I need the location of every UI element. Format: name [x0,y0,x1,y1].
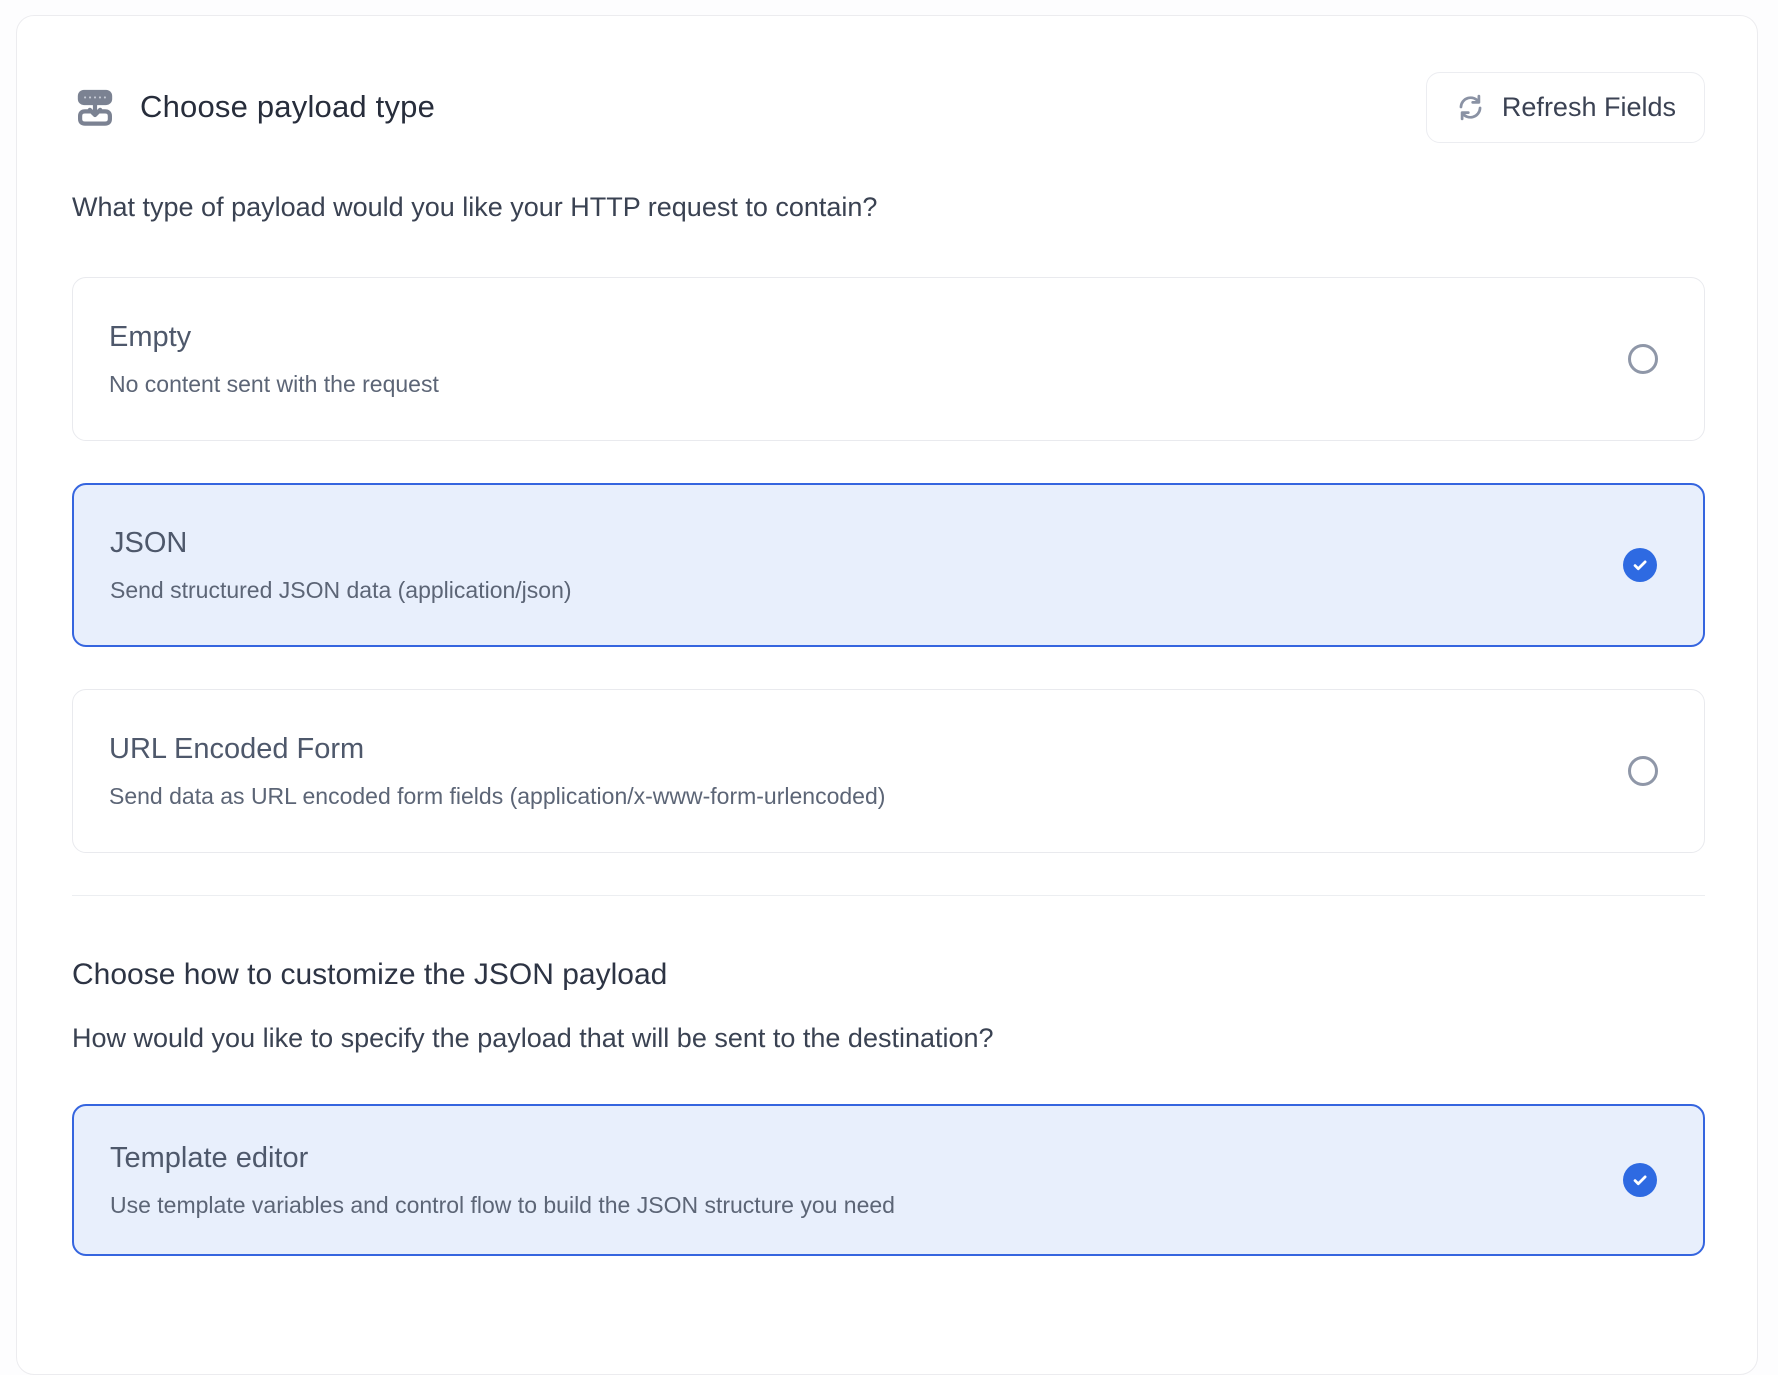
page-title: Choose payload type [140,89,435,125]
payload-option-json[interactable]: JSON Send structured JSON data (applicat… [72,483,1705,647]
option-title: Template editor [110,1140,895,1176]
refresh-icon [1455,92,1486,123]
radio-circle-icon [1628,756,1658,786]
payload-tray-icon [72,86,118,128]
payload-option-empty[interactable]: Empty No content sent with the request [72,277,1705,441]
option-text: URL Encoded Form Send data as URL encode… [109,731,885,811]
option-description: Send data as URL encoded form fields (ap… [109,781,885,811]
customize-options: Template editor Use template variables a… [72,1104,1705,1256]
check-circle-icon [1623,1163,1657,1197]
refresh-fields-button[interactable]: Refresh Fields [1426,72,1705,143]
option-text: JSON Send structured JSON data (applicat… [110,525,572,605]
customize-section-heading: Choose how to customize the JSON payload [72,954,1705,996]
payload-type-question: What type of payload would you like your… [72,189,1705,225]
option-description: Send structured JSON data (application/j… [110,575,572,605]
customize-option-template-editor[interactable]: Template editor Use template variables a… [72,1104,1705,1256]
payload-option-url-encoded-form[interactable]: URL Encoded Form Send data as URL encode… [72,689,1705,853]
option-text: Empty No content sent with the request [109,319,439,399]
option-title: JSON [110,525,572,561]
panel-header: Choose payload type Refresh Fields [72,71,1705,143]
refresh-fields-label: Refresh Fields [1502,92,1676,123]
option-indicator [1623,1163,1657,1197]
section-divider [72,895,1705,896]
option-text: Template editor Use template variables a… [110,1140,895,1220]
option-title: Empty [109,319,439,355]
panel-header-left: Choose payload type [72,86,435,128]
option-description: No content sent with the request [109,369,439,399]
option-indicator [1623,548,1657,582]
payload-type-options: Empty No content sent with the request J… [72,277,1705,853]
option-description: Use template variables and control flow … [110,1190,895,1220]
payload-settings-panel: Choose payload type Refresh Fields What … [16,15,1758,1375]
option-title: URL Encoded Form [109,731,885,767]
option-indicator [1628,756,1658,786]
radio-circle-icon [1628,344,1658,374]
customize-section-question: How would you like to specify the payloa… [72,1020,1705,1056]
check-circle-icon [1623,548,1657,582]
option-indicator [1628,344,1658,374]
